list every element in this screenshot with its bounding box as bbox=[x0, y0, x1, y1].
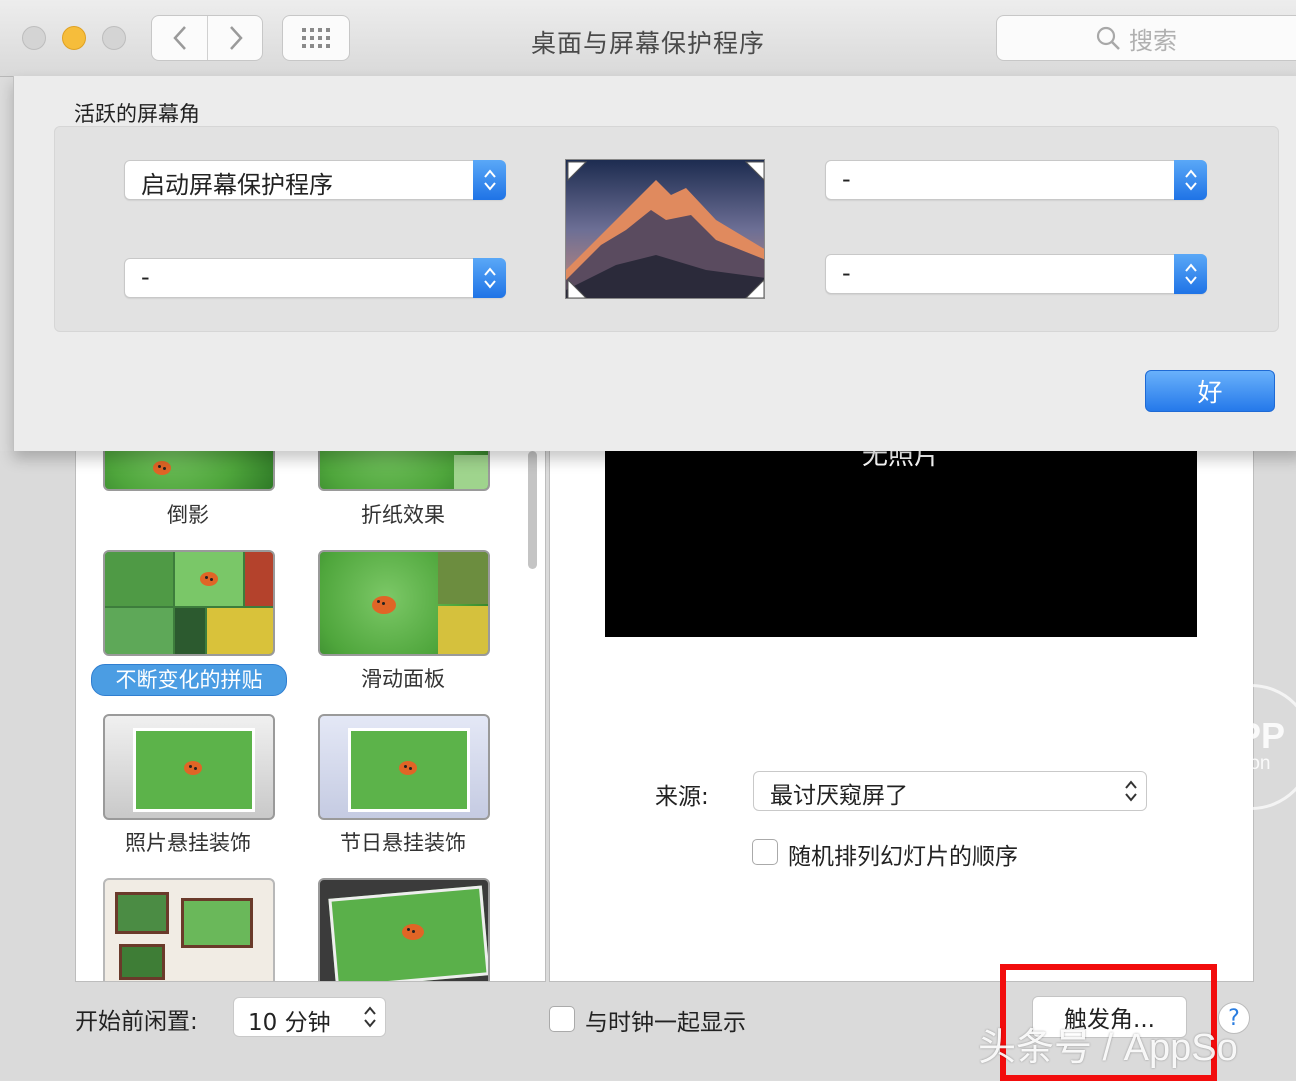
tile-image bbox=[438, 606, 488, 654]
ladybug-image bbox=[200, 572, 218, 586]
screensaver-label: 节日悬挂装饰 bbox=[340, 831, 466, 855]
photo-frame-image bbox=[133, 728, 255, 812]
watermark-text: 头条号 / AppSo bbox=[978, 1027, 1238, 1069]
updown-arrows-icon bbox=[1174, 160, 1207, 200]
updown-arrows-icon bbox=[473, 258, 506, 298]
updown-arrows-icon bbox=[1125, 780, 1137, 802]
photo-frame-image bbox=[348, 728, 470, 812]
tile-image bbox=[245, 552, 273, 606]
tile-image bbox=[115, 892, 169, 934]
main-content: 倒影 折纸效果 不断变化的拼贴 滑动面板 照片悬挂装饰 节日悬挂装饰 无照片 来… bbox=[0, 441, 1296, 1081]
tile-image bbox=[175, 608, 205, 654]
tile-image bbox=[105, 608, 173, 654]
ok-button[interactable]: 好 bbox=[1145, 370, 1275, 412]
idle-time-popup[interactable]: 10 分钟 bbox=[233, 997, 386, 1037]
shuffle-checkbox[interactable] bbox=[752, 839, 778, 865]
screensaver-label-selected: 不断变化的拼贴 bbox=[91, 664, 287, 696]
active-screen-corners-label: 活跃的屏幕角 bbox=[74, 102, 200, 126]
updown-arrows-icon bbox=[1174, 254, 1207, 294]
search-field[interactable]: 搜索 bbox=[996, 15, 1296, 61]
desktop-thumbnail bbox=[565, 159, 765, 299]
updown-arrows-icon bbox=[473, 160, 506, 200]
ladybug-image bbox=[372, 596, 396, 614]
tile-image bbox=[207, 608, 273, 654]
source-popup[interactable]: 最讨厌窥屏了 bbox=[753, 771, 1147, 811]
tile-image bbox=[181, 898, 253, 948]
top-right-corner-popup[interactable]: - bbox=[825, 160, 1207, 200]
ladybug-image bbox=[402, 924, 424, 940]
screensaver-label: 滑动面板 bbox=[361, 667, 445, 691]
tile-image bbox=[438, 552, 488, 604]
idle-label: 开始前闲置: bbox=[75, 1009, 198, 1035]
screensaver-tile-shifting-tiles[interactable] bbox=[103, 550, 275, 656]
preview-panel: 无照片 来源: 最讨厌窥屏了 随机排列幻灯片的顺序 bbox=[549, 441, 1254, 982]
search-icon bbox=[1096, 26, 1120, 50]
screensaver-label: 照片悬挂装饰 bbox=[125, 831, 251, 855]
source-value: 最讨厌窥屏了 bbox=[770, 783, 908, 809]
shuffle-label: 随机排列幻灯片的顺序 bbox=[788, 844, 1018, 870]
title-bar: 桌面与屏幕保护程序 搜索 bbox=[0, 0, 1296, 77]
source-label: 来源: bbox=[655, 784, 709, 810]
top-right-corner-value: - bbox=[842, 165, 851, 193]
screensaver-tile-origami[interactable] bbox=[318, 451, 490, 491]
screensaver-preview: 无照片 bbox=[605, 441, 1197, 637]
watermark-solution-text: solution bbox=[1205, 753, 1271, 774]
hot-corners-sheet: 活跃的屏幕角 启动屏幕保护程序 - - - 好 bbox=[13, 76, 1296, 451]
bottom-left-corner-value: - bbox=[141, 263, 150, 291]
mountain-image bbox=[566, 160, 764, 298]
top-left-corner-popup[interactable]: 启动屏幕保护程序 bbox=[124, 160, 506, 200]
screensaver-tile-vintage-prints[interactable] bbox=[318, 878, 490, 981]
screensaver-label: 倒影 bbox=[167, 503, 209, 527]
screensaver-tile-sliding-panels[interactable] bbox=[318, 550, 490, 656]
tile-image bbox=[105, 552, 173, 606]
screensaver-tile-photo-mobile[interactable] bbox=[103, 714, 275, 820]
idle-time-value: 10 分钟 bbox=[248, 1010, 331, 1036]
show-with-clock-checkbox[interactable] bbox=[549, 1006, 575, 1032]
bottom-right-corner-popup[interactable]: - bbox=[825, 254, 1207, 294]
screensaver-tile-reflection[interactable] bbox=[103, 451, 275, 491]
watermark-app-text: APP bbox=[1211, 715, 1286, 756]
screensaver-list[interactable]: 倒影 折纸效果 不断变化的拼贴 滑动面板 照片悬挂装饰 节日悬挂装饰 bbox=[75, 451, 546, 982]
top-left-corner-value: 启动屏幕保护程序 bbox=[141, 171, 333, 199]
bottom-right-corner-value: - bbox=[842, 259, 851, 287]
screensaver-label: 折纸效果 bbox=[361, 503, 445, 527]
ladybug-image bbox=[184, 761, 202, 775]
updown-arrows-icon bbox=[364, 1006, 376, 1028]
tile-image bbox=[119, 944, 165, 980]
ladybug-image bbox=[399, 761, 417, 775]
search-placeholder: 搜索 bbox=[1129, 26, 1177, 55]
bottom-left-corner-popup[interactable]: - bbox=[124, 258, 506, 298]
screensaver-tile-photo-wall[interactable] bbox=[103, 878, 275, 981]
screensaver-tile-holiday-mobile[interactable] bbox=[318, 714, 490, 820]
show-with-clock-label: 与时钟一起显示 bbox=[585, 1010, 746, 1036]
ladybug-image bbox=[153, 461, 171, 475]
list-scrollbar[interactable] bbox=[528, 451, 537, 569]
page-fold-image bbox=[454, 455, 488, 489]
